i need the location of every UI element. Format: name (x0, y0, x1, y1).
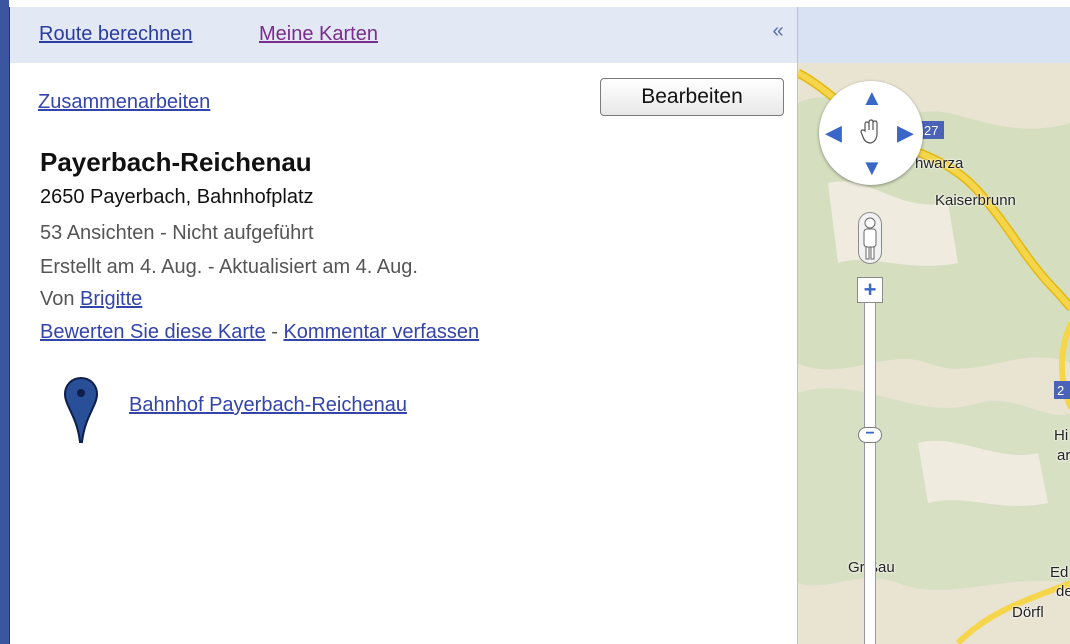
road-shield-27: 27 (924, 123, 938, 138)
panel-tab-bar: Route berechnen Meine Karten « (10, 7, 797, 63)
map-label-schwarza: hwarza (915, 155, 964, 172)
pan-left-icon[interactable]: ◀ (825, 122, 842, 144)
map-view[interactable]: 27 2 hwarza Kaiserbrunn Hi ar Gr ßau Ed … (797, 7, 1070, 644)
side-panel: Route berechnen Meine Karten « Zusammena… (10, 7, 797, 644)
map-address: 2650 Payerbach, Bahnhofplatz (40, 186, 314, 208)
map-label-ed: Ed (1050, 564, 1069, 581)
created-updated-info: Erstellt am 4. Aug. - Aktualisiert am 4.… (40, 256, 418, 278)
tab-route-planner[interactable]: Route berechnen (39, 23, 192, 46)
place-link-bahnhof[interactable]: Bahnhof Payerbach-Reichenau (129, 394, 407, 417)
comment-link[interactable]: Kommentar verfassen (283, 321, 479, 343)
map-actions: Bewerten Sie diese Karte - Kommentar ver… (40, 321, 479, 344)
author-link[interactable]: Brigitte (80, 288, 142, 310)
author-prefix: Von (40, 288, 81, 310)
view-count: 53 Ansichten - Nicht aufgeführt (40, 222, 314, 244)
pan-right-icon[interactable]: ▶ (897, 122, 914, 144)
top-strip (9, 0, 1070, 7)
map-label-ar: ar (1057, 447, 1070, 464)
zoom-in-button[interactable]: + (857, 277, 883, 303)
author-line: Von Brigitte (40, 288, 142, 311)
actions-separator: - (265, 321, 284, 343)
road-shield-2: 2 (1057, 383, 1064, 398)
map-label-doerfl: Dörfl (1012, 604, 1044, 621)
pan-down-icon[interactable]: ▼ (861, 157, 883, 179)
pan-up-icon[interactable]: ▲ (861, 87, 883, 109)
street-view-pegman-icon[interactable] (858, 212, 882, 264)
map-pin-icon[interactable] (63, 376, 99, 444)
map-title: Payerbach-Reichenau (40, 147, 312, 177)
hand-pan-icon[interactable] (859, 119, 883, 145)
collaborate-link[interactable]: Zusammenarbeiten (38, 91, 210, 114)
left-accent-bar (0, 0, 10, 644)
rate-map-link[interactable]: Bewerten Sie diese Karte (40, 321, 266, 343)
map-top-bar (798, 7, 1070, 63)
pan-control[interactable]: ▲ ▼ ◀ ▶ (819, 81, 923, 185)
map-label-hi: Hi (1054, 427, 1069, 444)
edit-button[interactable]: Bearbeiten (600, 78, 784, 116)
zoom-slider-handle[interactable]: − (858, 426, 882, 443)
zoom-slider-track[interactable] (864, 303, 876, 644)
tab-my-maps[interactable]: Meine Karten (259, 23, 378, 46)
collapse-panel-icon[interactable]: « (766, 19, 790, 45)
map-label-de: de (1056, 583, 1070, 600)
map-label-kaiserbrunn: Kaiserbrunn (935, 192, 1016, 209)
